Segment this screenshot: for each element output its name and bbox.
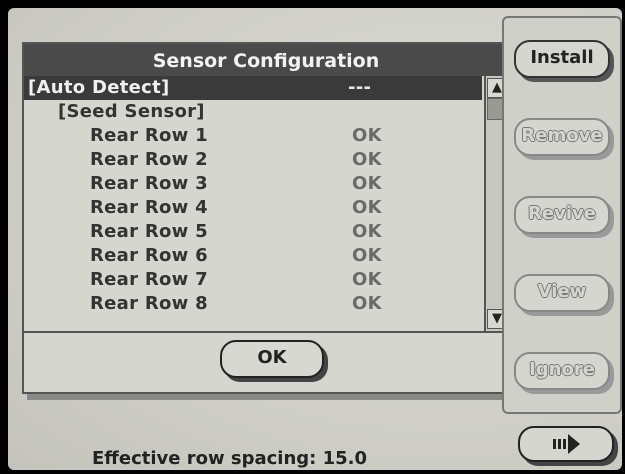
- row-label: Rear Row 3: [90, 173, 209, 194]
- row-status: OK: [352, 149, 382, 170]
- list-item-rear-row-6[interactable]: Rear Row 6 OK: [24, 244, 482, 268]
- list-item-rear-row-2[interactable]: Rear Row 2 OK: [24, 148, 482, 172]
- row-status: OK: [352, 221, 382, 242]
- row-label: Rear Row 5: [90, 221, 209, 242]
- view-button[interactable]: View: [514, 274, 610, 312]
- row-label: [Seed Sensor]: [58, 101, 205, 122]
- row-label: Rear Row 6: [90, 245, 209, 266]
- list-item-rear-row-5[interactable]: Rear Row 5 OK: [24, 220, 482, 244]
- dialog-title: Sensor Configuration: [24, 44, 508, 76]
- list-item-rear-row-8[interactable]: Rear Row 8 OK: [24, 292, 482, 316]
- row-spacing-status: Effective row spacing: 15.0: [92, 448, 368, 469]
- row-status: OK: [352, 245, 382, 266]
- row-label: Rear Row 7: [90, 269, 209, 290]
- list-item-rear-row-1[interactable]: Rear Row 1 OK: [24, 124, 482, 148]
- install-button[interactable]: Install: [514, 40, 610, 78]
- list-item-rear-row-3[interactable]: Rear Row 3 OK: [24, 172, 482, 196]
- ok-button[interactable]: OK: [220, 340, 324, 378]
- row-status: OK: [352, 197, 382, 218]
- ignore-button[interactable]: Ignore: [514, 352, 610, 390]
- row-status: OK: [352, 125, 382, 146]
- display-screen: Sensor Configuration [Auto Detect] --- […: [8, 8, 622, 470]
- row-label: Rear Row 1: [90, 125, 209, 146]
- list-item-rear-row-4[interactable]: Rear Row 4 OK: [24, 196, 482, 220]
- list-item-seed-sensor[interactable]: [Seed Sensor]: [24, 100, 482, 124]
- list-item-rear-row-7[interactable]: Rear Row 7 OK: [24, 268, 482, 292]
- next-page-arrow-icon: [553, 434, 580, 454]
- list-item-auto-detect[interactable]: [Auto Detect] ---: [24, 76, 482, 100]
- row-status: OK: [352, 173, 382, 194]
- revive-button[interactable]: Revive: [514, 196, 610, 234]
- row-label: Rear Row 4: [90, 197, 209, 218]
- row-status: OK: [352, 269, 382, 290]
- row-label: Rear Row 2: [90, 149, 209, 170]
- row-label: [Auto Detect]: [28, 77, 170, 98]
- row-label: Rear Row 8: [90, 293, 209, 314]
- next-page-button[interactable]: [518, 426, 614, 462]
- side-button-panel: Install Remove Revive View Ignore: [502, 16, 622, 414]
- sensor-configuration-dialog: Sensor Configuration [Auto Detect] --- […: [22, 42, 510, 394]
- remove-button[interactable]: Remove: [514, 118, 610, 156]
- row-value: ---: [348, 77, 372, 98]
- row-status: OK: [352, 293, 382, 314]
- sensor-list: [Auto Detect] --- [Seed Sensor] Rear Row…: [24, 76, 508, 333]
